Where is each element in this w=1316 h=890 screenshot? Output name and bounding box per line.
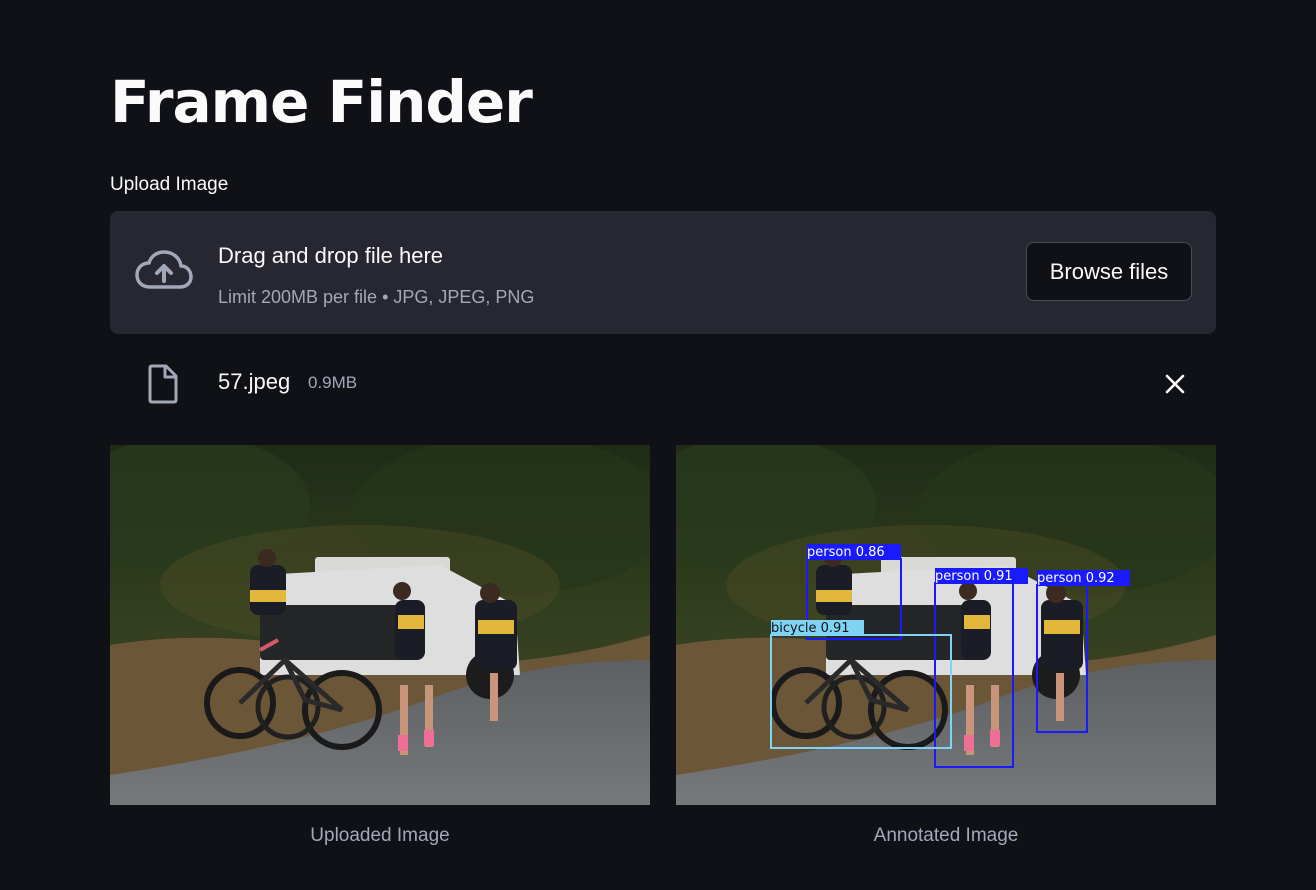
uploaded-image [110,445,650,805]
dropzone-limit-text: Limit 200MB per file • JPG, JPEG, PNG [218,287,535,307]
annotated-image-caption: Annotated Image [873,825,1019,846]
detection-label: person 0.91 [935,569,1013,584]
uploaded-file-row: 57.jpeg 0.9MB [110,356,1216,412]
detection-label: person 0.92 [1037,571,1115,586]
detection-label: bicycle 0.91 [771,621,850,636]
dropzone-instructions: Drag and drop file here [218,243,444,268]
file-dropzone[interactable]: Drag and drop file here Limit 200MB per … [110,211,1216,334]
browse-files-button[interactable]: Browse files [1026,242,1192,301]
detection-label: person 0.86 [807,545,885,560]
file-name: 57.jpeg [218,369,291,394]
cloud-upload-icon [135,250,193,289]
page-title: Frame Finder [110,68,533,136]
app-root: Frame Finder Upload Image Drag and drop … [0,0,1316,890]
file-icon [148,364,178,404]
annotated-image: person 0.86 person 0.91 person 0.92 bicy… [676,445,1216,805]
file-size: 0.9MB [308,373,358,392]
upload-label: Upload Image [110,174,229,195]
close-icon[interactable] [1162,371,1188,397]
uploaded-image-caption: Uploaded Image [310,825,450,846]
